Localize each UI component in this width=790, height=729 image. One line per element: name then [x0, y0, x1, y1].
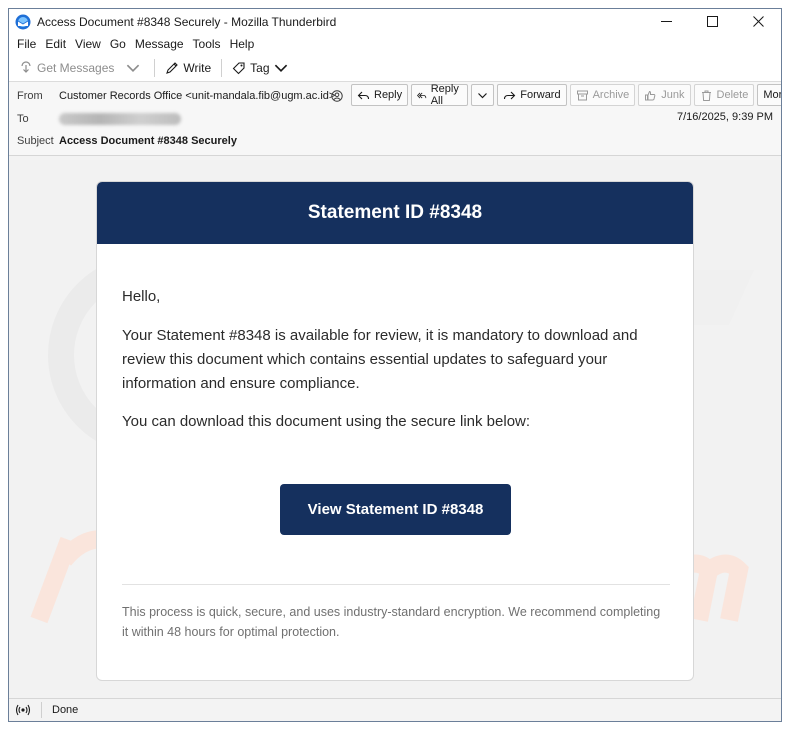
view-statement-button[interactable]: View Statement ID #8348	[280, 484, 511, 535]
email-banner: Statement ID #8348	[97, 182, 693, 244]
download-icon	[21, 60, 31, 73]
chevron-down-icon	[127, 64, 140, 72]
menu-tools[interactable]: Tools	[189, 37, 225, 51]
message-body[interactable]: Statement ID #8348 Hello, Your Statement…	[9, 160, 781, 698]
contact-icon[interactable]	[331, 90, 343, 102]
close-icon	[752, 16, 764, 27]
to-label: To	[17, 113, 29, 125]
pencil-icon	[166, 61, 179, 74]
delete-label: Delete	[716, 89, 749, 101]
status-bar: Done	[9, 698, 781, 721]
menu-bar: File Edit View Go Message Tools Help	[9, 34, 781, 54]
menu-go[interactable]: Go	[106, 37, 130, 51]
archive-icon	[576, 90, 588, 100]
archive-label: Archive	[592, 89, 630, 101]
from-label: From	[17, 90, 43, 102]
tag-button[interactable]: Tag	[228, 57, 295, 79]
status-separator	[41, 702, 42, 718]
minimize-button[interactable]	[643, 9, 689, 34]
minimize-icon	[660, 21, 672, 22]
chevron-down-icon	[274, 64, 287, 72]
trash-icon	[701, 90, 711, 101]
message-actions: Reply Reply All Forward Archive Junk Del…	[351, 83, 782, 107]
menu-view[interactable]: View	[71, 37, 105, 51]
delete-button[interactable]: Delete	[693, 84, 755, 106]
email-paragraph-2: You can download this document using the…	[122, 413, 531, 430]
reply-all-button[interactable]: Reply All	[411, 83, 469, 107]
divider	[122, 584, 670, 585]
tag-icon	[232, 61, 245, 74]
get-messages-dropdown[interactable]	[118, 57, 148, 79]
thunderbird-icon	[15, 14, 31, 29]
status-text: Done	[52, 704, 79, 716]
toolbar-separator	[154, 58, 156, 77]
reply-all-label: Reply All	[430, 83, 459, 107]
thunderbird-window: Access Document #8348 Securely - Mozilla…	[8, 8, 782, 722]
junk-label: Junk	[661, 89, 685, 101]
message-header: From Customer Records Office <unit-manda…	[9, 82, 781, 156]
subject-label: Subject	[17, 135, 54, 147]
recipient-redacted	[59, 113, 181, 125]
subject-value: Access Document #8348 Securely	[59, 135, 237, 147]
archive-button[interactable]: Archive	[569, 84, 636, 106]
email-greeting: Hello,	[122, 288, 161, 305]
reply-button[interactable]: Reply	[351, 84, 409, 106]
forward-label: Forward	[520, 89, 561, 101]
email-card: Statement ID #8348 Hello, Your Statement…	[96, 181, 694, 681]
reply-all-dropdown[interactable]	[471, 84, 495, 106]
junk-icon	[645, 90, 656, 100]
email-title: Statement ID #8348	[307, 202, 483, 223]
from-value[interactable]: Customer Records Office <unit-mandala.fi…	[59, 90, 335, 102]
message-date: 7/16/2025, 9:39 PM	[676, 111, 773, 123]
toolbar-separator	[221, 58, 223, 77]
window-title: Access Document #8348 Securely - Mozilla…	[37, 14, 337, 29]
reply-all-icon	[417, 92, 427, 98]
junk-button[interactable]: Junk	[638, 84, 691, 106]
email-footer: This process is quick, secure, and uses …	[122, 605, 661, 639]
reply-label: Reply	[374, 89, 403, 101]
maximize-button[interactable]	[689, 9, 735, 34]
more-label: More	[763, 89, 782, 101]
get-messages-button[interactable]: Get Messages	[15, 57, 118, 79]
email-content: Hello, Your Statement #8348 is available…	[97, 244, 693, 680]
email-paragraph-1: Your Statement #8348 is available for re…	[122, 327, 638, 392]
forward-button[interactable]: Forward	[497, 84, 567, 106]
write-label: Write	[183, 60, 212, 75]
maximize-icon	[706, 16, 718, 27]
forward-icon	[504, 91, 516, 99]
connection-icon[interactable]	[15, 702, 31, 718]
chevron-down-icon	[478, 92, 488, 98]
more-button[interactable]: More	[757, 84, 782, 106]
menu-file[interactable]: File	[13, 37, 40, 51]
main-toolbar: Get Messages Write Tag	[9, 54, 781, 82]
get-messages-label: Get Messages	[37, 60, 115, 75]
title-bar[interactable]: Access Document #8348 Securely - Mozilla…	[9, 9, 781, 34]
reply-icon	[357, 91, 370, 99]
menu-message[interactable]: Message	[131, 37, 188, 51]
menu-help[interactable]: Help	[226, 37, 259, 51]
menu-edit[interactable]: Edit	[41, 37, 70, 51]
tag-label: Tag	[250, 60, 270, 75]
close-button[interactable]	[735, 9, 781, 34]
write-button[interactable]: Write	[161, 57, 215, 79]
